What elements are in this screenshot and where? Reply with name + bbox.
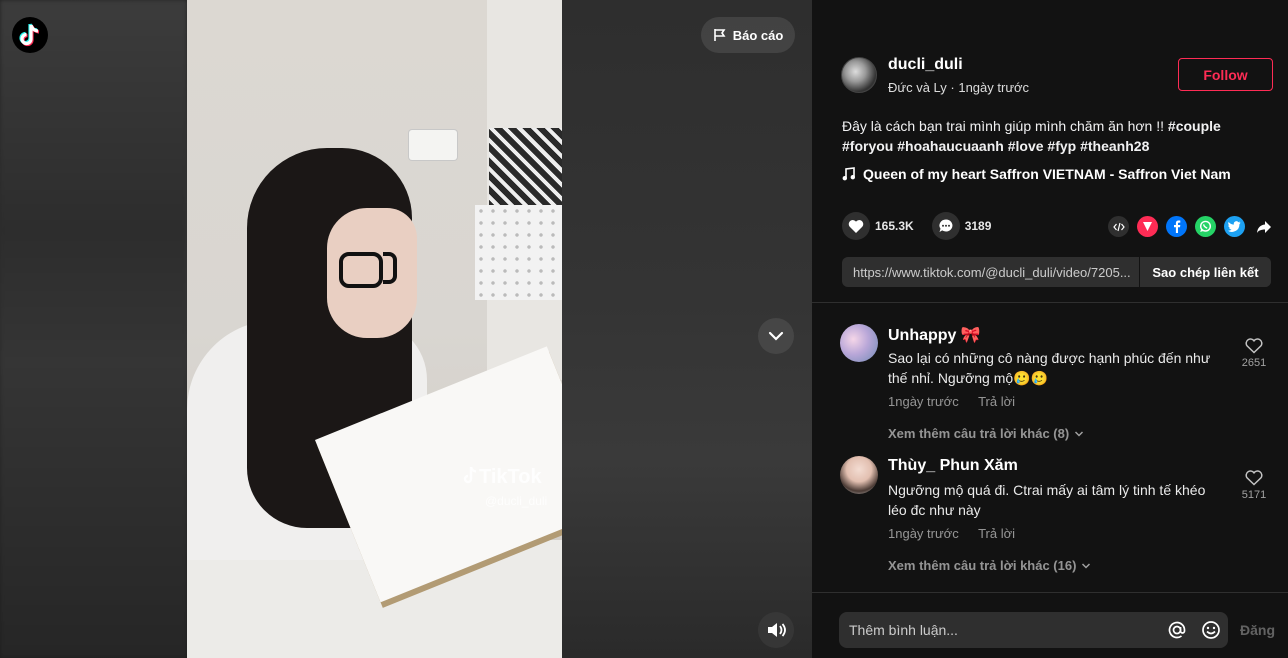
hashtag-link[interactable]: #fyp: [1047, 138, 1076, 154]
whatsapp-icon[interactable]: [1195, 216, 1216, 237]
view-more-replies[interactable]: Xem thêm câu trả lời khác (16): [888, 558, 1091, 573]
video-person-glasses-side: [383, 252, 397, 284]
video-area[interactable]: TikTok @ducli_duli Báo cáo: [0, 0, 812, 658]
report-label: Báo cáo: [732, 27, 784, 43]
hashtag-link[interactable]: #theanh28: [1080, 138, 1149, 154]
details-panel: ducli_duli Đức và Ly · 1ngày trước Follo…: [812, 0, 1288, 658]
commenter-username[interactable]: Unhappy 🎀: [888, 325, 981, 345]
comment-bubble-icon: [939, 219, 953, 232]
video-url-field[interactable]: https://www.tiktok.com/@ducli_duli/video…: [842, 265, 1139, 280]
music-link[interactable]: Queen of my heart Saffron VIETNAM - Saff…: [842, 166, 1231, 182]
report-button[interactable]: Báo cáo: [701, 17, 795, 53]
commenter-username[interactable]: Thùy_ Phun Xăm: [888, 457, 1018, 475]
comment-time: 1ngày trước: [888, 526, 959, 541]
hashtag-link[interactable]: #hoahaucuaanh: [897, 138, 1004, 154]
video-outlet: [409, 130, 457, 160]
section-divider: [812, 302, 1288, 303]
like-count: 165.3K: [875, 219, 914, 233]
comment-count: 3189: [964, 219, 992, 233]
view-more-replies[interactable]: Xem thêm câu trả lời khác (8): [888, 426, 1084, 441]
emoji-icon[interactable]: [1194, 612, 1228, 648]
video-person-glasses: [339, 252, 383, 288]
view-more-replies-label: Xem thêm câu trả lời khác (16): [888, 558, 1077, 573]
embed-icon[interactable]: [1108, 216, 1129, 237]
comment-meta: 1ngày trước Trả lời: [888, 526, 1031, 541]
twitter-icon[interactable]: [1224, 216, 1245, 237]
chevron-down-icon: [768, 331, 784, 341]
video-pegboard: [475, 205, 562, 300]
author-avatar[interactable]: [841, 57, 877, 93]
video-blur-backdrop-left: [0, 0, 187, 658]
heart-outline-icon: [1245, 470, 1263, 486]
speaker-icon: [768, 623, 786, 637]
post-comment-button[interactable]: Đăng: [1240, 612, 1275, 648]
view-more-replies-label: Xem thêm câu trả lời khác (8): [888, 426, 1070, 441]
post-caption: Đây là cách bạn trai mình giúp mình chăm…: [842, 118, 1168, 134]
author-subtitle: Đức và Ly · 1ngày trước: [888, 80, 1030, 95]
video-player[interactable]: TikTok @ducli_duli: [187, 0, 562, 658]
hashtag-link[interactable]: #love: [1008, 138, 1044, 154]
heart-icon: [848, 219, 864, 233]
flag-icon: [713, 29, 726, 41]
share-bar: [1108, 216, 1274, 237]
comment-time: 1ngày trước: [888, 394, 959, 409]
comment-like-count: 2651: [1241, 357, 1267, 369]
post-description: Đây là cách bạn trai mình giúp mình chăm…: [842, 116, 1262, 156]
chevron-down-icon: [1075, 430, 1084, 437]
commenter-avatar[interactable]: [840, 456, 878, 494]
composer-divider: [812, 592, 1288, 593]
comment-input[interactable]: [849, 622, 1160, 638]
next-video-button[interactable]: [758, 318, 794, 354]
music-title: Queen of my heart Saffron VIETNAM - Saff…: [863, 166, 1231, 182]
reply-button[interactable]: Trả lời: [978, 526, 1015, 541]
reply-button[interactable]: Trả lời: [978, 394, 1015, 409]
follow-button[interactable]: Follow: [1178, 58, 1273, 91]
volume-button[interactable]: [758, 612, 794, 648]
share-arrow-icon[interactable]: [1253, 216, 1274, 237]
engagement-stats: 165.3K 3189: [842, 212, 1009, 240]
tiktok-logo-icon[interactable]: [12, 17, 48, 53]
share-link-row: https://www.tiktok.com/@ducli_duli/video…: [842, 257, 1271, 287]
facebook-icon[interactable]: [1166, 216, 1187, 237]
video-poster: [489, 128, 562, 208]
comment-button[interactable]: [931, 212, 960, 240]
video-watermark-brand: TikTok: [479, 466, 542, 488]
comment-text: Sao lại có những cô nàng được hạnh phúc …: [888, 350, 1211, 386]
comment-like-button[interactable]: 2651: [1236, 338, 1272, 369]
comment-composer: [839, 612, 1228, 648]
chevron-down-icon: [1082, 562, 1091, 569]
tiktok-watermark-icon: [463, 466, 477, 484]
hashtag-link[interactable]: #foryou: [842, 138, 893, 154]
heart-outline-icon: [1245, 338, 1263, 354]
author-username[interactable]: ducli_duli: [888, 56, 963, 74]
like-button[interactable]: [842, 212, 870, 240]
commenter-avatar[interactable]: [840, 324, 878, 362]
comment-like-button[interactable]: 5171: [1236, 470, 1272, 501]
video-watermark-user: @ducli_duli: [485, 494, 548, 508]
hashtag-link[interactable]: #couple: [1168, 118, 1221, 134]
comment-text: Ngưỡng mộ quá đi. Ctrai mấy ai tâm lý ti…: [888, 482, 1206, 518]
mention-icon[interactable]: [1160, 612, 1194, 648]
comment-like-count: 5171: [1241, 489, 1267, 501]
comment-meta: 1ngày trước Trả lời: [888, 394, 1031, 409]
copy-link-button[interactable]: Sao chép liên kết: [1139, 257, 1271, 287]
music-note-icon: [842, 167, 855, 181]
send-icon[interactable]: [1137, 216, 1158, 237]
